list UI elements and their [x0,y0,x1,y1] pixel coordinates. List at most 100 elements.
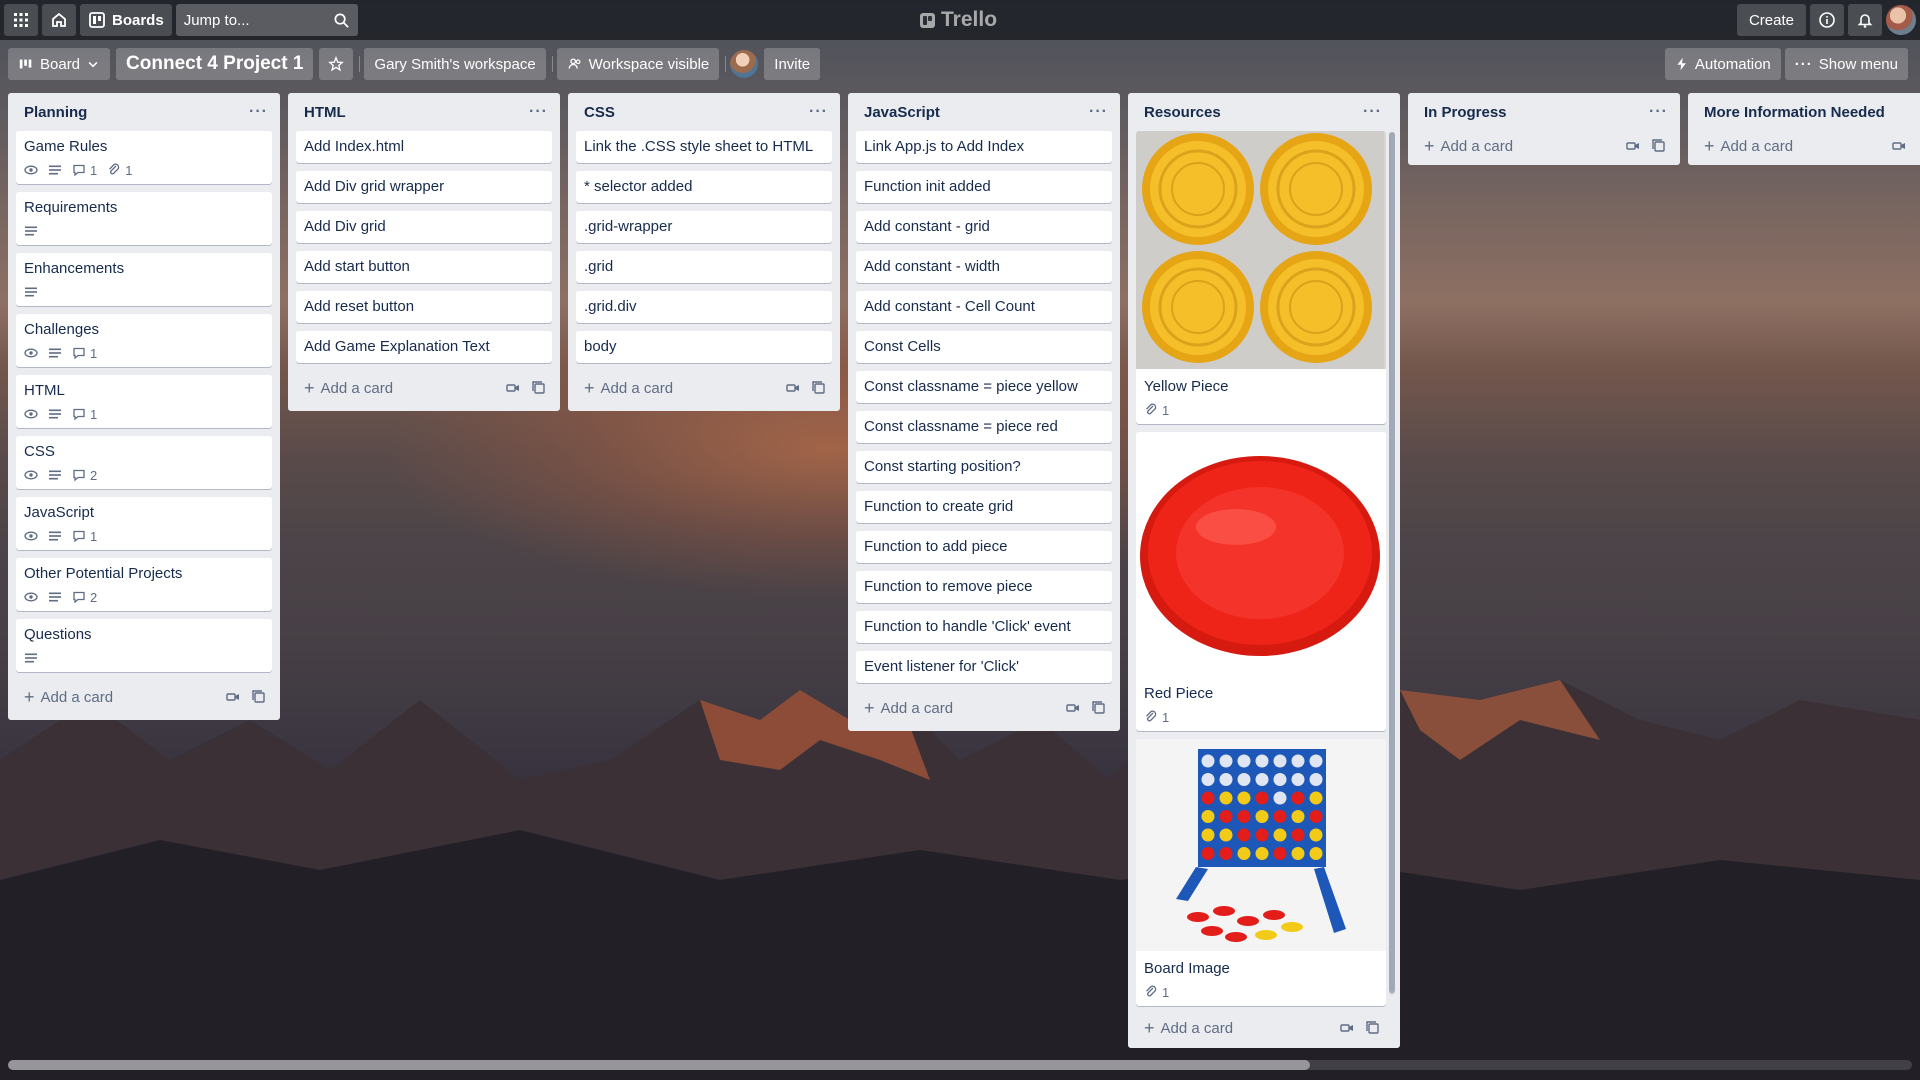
card[interactable]: Add constant - Cell Count [856,291,1112,323]
list-title[interactable]: Planning [24,104,87,121]
list-title[interactable]: More Information Needed [1704,104,1885,121]
list-menu-icon[interactable]: ··· [809,103,828,121]
list-title[interactable]: CSS [584,104,615,121]
card[interactable]: Requirements [16,192,272,245]
card[interactable]: Add constant - width [856,251,1112,283]
card[interactable]: Function to create grid [856,491,1112,523]
add-card-button[interactable]: + Add a card [304,378,393,399]
card[interactable]: Function init added [856,171,1112,203]
list-header[interactable]: In Progress ··· [1416,93,1672,131]
automation-button[interactable]: Automation [1664,48,1781,80]
list-header[interactable]: JavaScript ··· [856,93,1112,131]
card[interactable]: JavaScript 1 [16,497,272,550]
record-video-icon[interactable] [1340,1021,1354,1035]
board-scrollbar-thumb[interactable] [8,1060,1310,1070]
resource-card-yellow-piece[interactable]: Yellow Piece 1 [1136,131,1386,424]
list-header[interactable]: More Information Needed [1696,93,1912,131]
list-header[interactable]: HTML ··· [296,93,552,131]
card[interactable]: Questions [16,619,272,672]
card[interactable]: Other Potential Projects 2 [16,558,272,611]
card[interactable]: Const classname = piece yellow [856,371,1112,403]
list-title[interactable]: Resources [1144,104,1221,121]
add-card-button[interactable]: + Add a card [584,378,673,399]
app-switcher-button[interactable] [4,4,38,36]
card[interactable]: CSS 2 [16,436,272,489]
user-avatar[interactable] [1886,5,1916,35]
top-navigation-bar: Boards Jump to... Trello Create [0,0,1920,40]
card[interactable]: Link App.js to Add Index [856,131,1112,163]
card[interactable]: Const classname = piece red [856,411,1112,443]
add-card-button[interactable]: + Add a card [864,698,953,719]
visibility-button[interactable]: Workspace visible [556,48,720,80]
list-title[interactable]: In Progress [1424,104,1507,121]
notifications-button[interactable] [1848,4,1882,36]
create-from-template-icon[interactable] [1092,701,1106,715]
card[interactable]: Game Rules 1 1 [16,131,272,184]
card[interactable]: * selector added [576,171,832,203]
list-title[interactable]: HTML [304,104,346,121]
create-button[interactable]: Create [1736,4,1806,36]
workspace-button[interactable]: Gary Smith's workspace [364,48,546,80]
create-from-template-icon[interactable] [532,381,546,395]
invite-button[interactable]: Invite [764,48,821,80]
list-header[interactable]: Resources ··· [1136,93,1386,131]
record-video-icon[interactable] [1892,139,1906,153]
card[interactable]: Event listener for 'Click' [856,651,1112,683]
card[interactable]: Function to handle 'Click' event [856,611,1112,643]
record-video-icon[interactable] [226,690,240,704]
list-menu-icon[interactable]: ··· [1649,103,1668,121]
card[interactable]: Link the .CSS style sheet to HTML [576,131,832,163]
board-view-switcher[interactable]: Board [8,48,111,80]
list-header[interactable]: Planning ··· [16,93,272,131]
card[interactable]: .grid-wrapper [576,211,832,243]
list-menu-icon[interactable]: ··· [529,103,548,121]
add-card-button[interactable]: + Add a card [1144,1018,1233,1039]
card[interactable]: .grid [576,251,832,283]
card[interactable]: Add Div grid [296,211,552,243]
card[interactable]: Function to remove piece [856,571,1112,603]
card[interactable]: Const Cells [856,331,1112,363]
search-input[interactable]: Jump to... [175,4,358,36]
record-video-icon[interactable] [786,381,800,395]
add-card-button[interactable]: + Add a card [24,687,113,708]
list-menu-icon[interactable]: ··· [1089,103,1108,121]
card[interactable]: Const starting position? [856,451,1112,483]
card[interactable]: Add reset button [296,291,552,323]
card[interactable]: body [576,331,832,363]
member-avatar[interactable] [730,50,759,78]
search-icon [334,13,349,28]
record-video-icon[interactable] [506,381,520,395]
card[interactable]: Add Div grid wrapper [296,171,552,203]
list-header[interactable]: CSS ··· [576,93,832,131]
card[interactable]: Add Index.html [296,131,552,163]
card[interactable]: Enhancements [16,253,272,306]
card[interactable]: Add constant - grid [856,211,1112,243]
card[interactable]: Add start button [296,251,552,283]
create-from-template-icon[interactable] [1652,139,1666,153]
record-video-icon[interactable] [1066,701,1080,715]
resource-card-board-image[interactable]: Board Image 1 [1136,739,1386,1006]
create-from-template-icon[interactable] [252,690,266,704]
add-card-button[interactable]: + Add a card [1424,136,1513,157]
list-title[interactable]: JavaScript [864,104,940,121]
list-menu-icon[interactable]: ··· [1363,103,1382,121]
card[interactable]: Add Game Explanation Text [296,331,552,363]
card[interactable]: HTML 1 [16,375,272,428]
info-button[interactable] [1810,4,1844,36]
create-from-template-icon[interactable] [812,381,826,395]
home-button[interactable] [42,4,76,36]
board-title[interactable]: Connect 4 Project 1 [116,48,314,80]
card[interactable]: Challenges 1 [16,314,272,367]
star-board-button[interactable] [319,48,354,80]
card[interactable]: .grid.div [576,291,832,323]
card[interactable]: Function to add piece [856,531,1112,563]
create-from-template-icon[interactable] [1366,1021,1380,1035]
list-menu-icon[interactable]: ··· [249,103,268,121]
trello-logo[interactable]: Trello [920,8,997,32]
add-card-button[interactable]: + Add a card [1704,136,1793,157]
boards-button[interactable]: Boards [80,4,172,36]
show-menu-button[interactable]: ··· Show menu [1784,48,1908,80]
resources-scroll-thumb[interactable] [1389,132,1395,994]
record-video-icon[interactable] [1626,139,1640,153]
resource-card-red-piece[interactable]: Red Piece 1 [1136,432,1386,731]
